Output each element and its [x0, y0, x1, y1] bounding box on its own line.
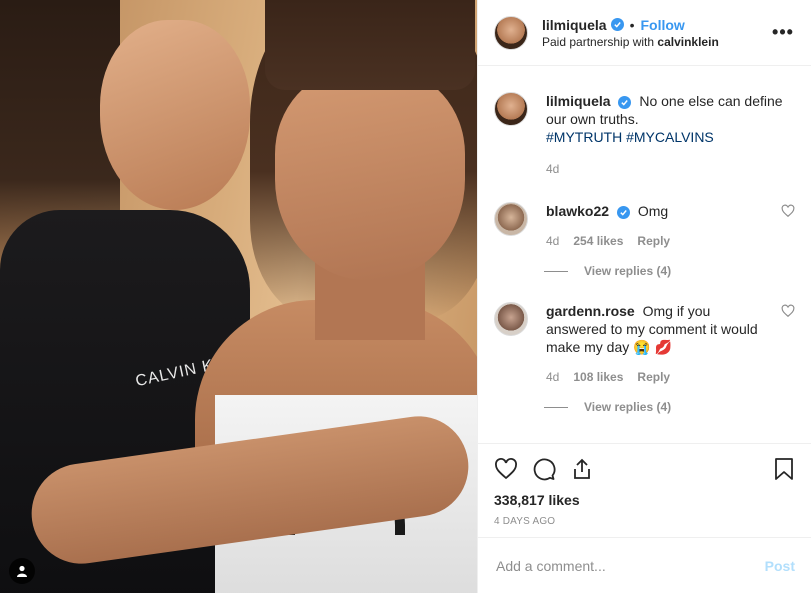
- verified-badge-icon: [616, 206, 630, 219]
- instagram-post: CALVIN K lilmiquela • Follow Paid partne…: [0, 0, 811, 593]
- list-item: gardenn.rose Omg if you answered to my c…: [494, 302, 795, 386]
- comment-bubble-icon[interactable]: [532, 457, 556, 481]
- caption-username[interactable]: lilmiquela: [546, 93, 611, 109]
- partner-link[interactable]: calvinklein: [657, 35, 718, 49]
- comment-input[interactable]: [494, 556, 765, 575]
- header-username[interactable]: lilmiquela: [542, 17, 607, 33]
- avatar[interactable]: [494, 15, 528, 50]
- partnership-label: Paid partnership with calvinklein: [542, 34, 719, 49]
- reply-button[interactable]: Reply: [637, 368, 670, 386]
- caption: lilmiquela No one else can define our ow…: [494, 92, 795, 178]
- user-tag-button[interactable]: [9, 558, 35, 584]
- likes-count[interactable]: 338,817 likes: [494, 492, 795, 508]
- comment-username[interactable]: gardenn.rose: [546, 303, 635, 319]
- bookmark-icon[interactable]: [773, 457, 795, 481]
- add-comment-bar: Post: [478, 537, 811, 593]
- more-options-icon[interactable]: •••: [771, 22, 795, 43]
- verified-badge-icon: [610, 18, 624, 31]
- post-header: lilmiquela • Follow Paid partnership wit…: [478, 0, 811, 66]
- avatar[interactable]: [494, 302, 528, 336]
- comment-age[interactable]: 4d: [546, 368, 559, 386]
- comment-text: Omg: [637, 203, 669, 219]
- comment-likes[interactable]: 254 likes: [573, 232, 623, 250]
- comments-list[interactable]: lilmiquela No one else can define our ow…: [478, 66, 811, 443]
- comment-username[interactable]: blawko22: [546, 203, 609, 219]
- avatar[interactable]: [494, 92, 528, 126]
- follow-button[interactable]: Follow: [640, 17, 684, 33]
- verified-badge-icon: [618, 96, 632, 109]
- heart-icon[interactable]: [494, 457, 518, 481]
- right-person-face: [275, 70, 465, 280]
- post-button[interactable]: Post: [765, 558, 795, 574]
- separator-dot: •: [629, 16, 635, 33]
- share-icon[interactable]: [570, 457, 594, 481]
- post-photo[interactable]: CALVIN K: [0, 0, 477, 593]
- avatar[interactable]: [494, 202, 528, 236]
- post-date[interactable]: 4 DAYS AGO: [494, 516, 795, 527]
- list-item: blawko22 Omg 4d 254 likes Reply: [494, 202, 795, 250]
- user-icon: [17, 565, 27, 577]
- comment-age[interactable]: 4d: [546, 232, 559, 250]
- view-replies-button[interactable]: View replies (4): [544, 264, 795, 278]
- post-side-panel: lilmiquela • Follow Paid partnership wit…: [477, 0, 811, 593]
- comment-likes[interactable]: 108 likes: [573, 368, 623, 386]
- heart-icon[interactable]: [781, 204, 795, 218]
- post-actions: 338,817 likes 4 DAYS AGO: [478, 443, 811, 537]
- view-replies-button[interactable]: View replies (4): [544, 400, 795, 414]
- heart-icon[interactable]: [781, 304, 795, 318]
- left-person-face: [100, 20, 250, 210]
- reply-button[interactable]: Reply: [637, 232, 670, 250]
- caption-age[interactable]: 4d: [546, 160, 559, 178]
- caption-hashtags[interactable]: #MYTRUTH #MYCALVINS: [546, 129, 714, 145]
